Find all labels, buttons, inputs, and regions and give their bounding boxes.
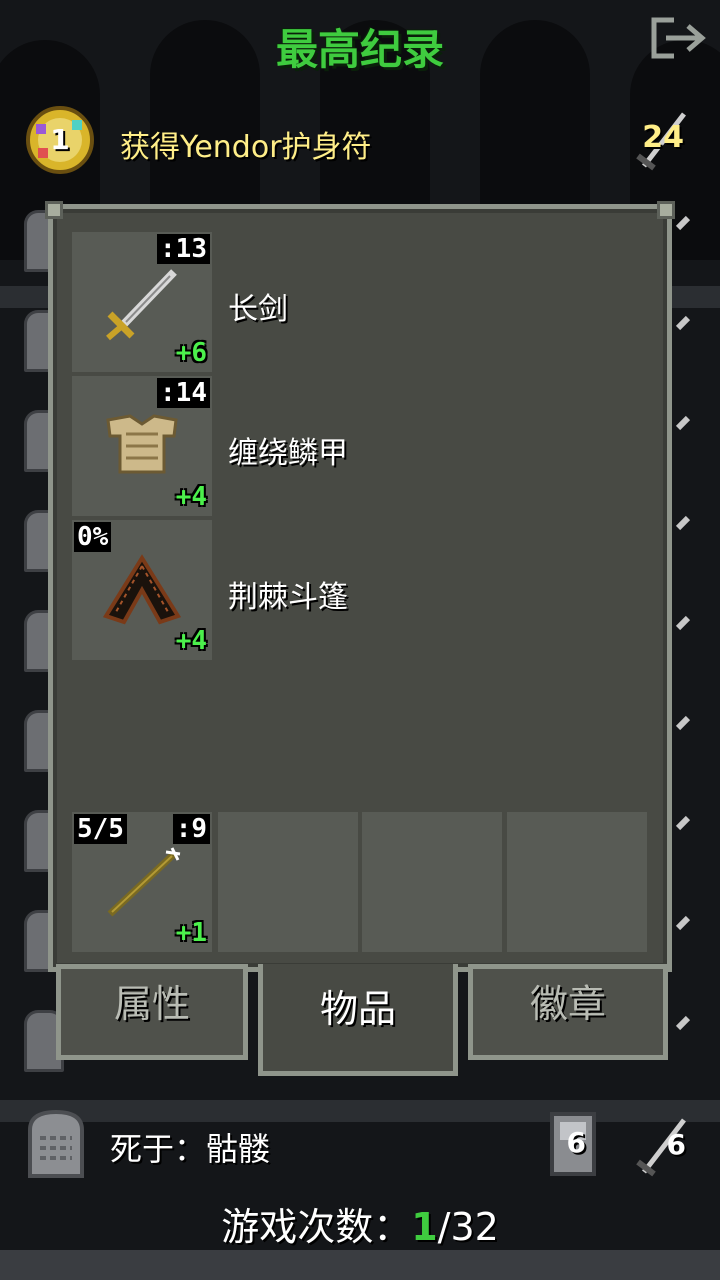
item-durability: :9 bbox=[172, 814, 210, 844]
tab-stats[interactable]: 属性 bbox=[56, 964, 248, 1060]
item-slot[interactable]: :14 +4 bbox=[72, 376, 212, 516]
wand-icon bbox=[107, 847, 181, 917]
record-description: 获得Yendor护身符 bbox=[120, 130, 372, 165]
depth-marker-icon bbox=[675, 915, 691, 931]
longsword-icon bbox=[106, 269, 177, 341]
thorn-cloak-icon bbox=[102, 554, 182, 625]
item-row-armor[interactable]: :14 +4 缠绕鳞甲 bbox=[72, 376, 652, 516]
depth-marker-icon bbox=[675, 315, 691, 331]
bottom-bar bbox=[0, 1250, 720, 1280]
games-label: 游戏次数： bbox=[221, 1205, 412, 1249]
games-current: 1 bbox=[411, 1205, 438, 1249]
depth-marker-icon bbox=[675, 815, 691, 831]
death-depth: 6 bbox=[666, 1128, 686, 1161]
quickslot-empty[interactable] bbox=[362, 812, 502, 952]
scale-armor-icon bbox=[106, 414, 178, 474]
page-title: 最高纪录 bbox=[275, 25, 444, 74]
death-info: 死于：骷髅 6 6 bbox=[24, 1108, 690, 1178]
item-slot[interactable]: 0% +4 bbox=[72, 520, 212, 660]
wand-charges: 5/5 bbox=[74, 814, 127, 844]
item-slot[interactable]: :13 +6 bbox=[72, 232, 212, 372]
depth-marker-icon bbox=[675, 515, 691, 531]
item-charge: 0% bbox=[74, 522, 112, 552]
item-durability: :13 bbox=[157, 234, 210, 264]
item-level: +6 bbox=[175, 338, 207, 368]
death-cause: 死于：骷髅 bbox=[110, 1130, 271, 1168]
tab-items[interactable]: 物品 bbox=[258, 964, 458, 1076]
item-level: +1 bbox=[175, 918, 207, 948]
rank-number: 1 bbox=[50, 123, 70, 156]
quickslot-empty[interactable] bbox=[507, 812, 647, 952]
panel-corner bbox=[657, 201, 675, 219]
exit-icon[interactable] bbox=[648, 14, 710, 62]
depth-marker-icon bbox=[675, 1015, 691, 1031]
item-row-weapon[interactable]: :13 +6 长剑 bbox=[72, 232, 652, 372]
tombstone-icon bbox=[28, 1109, 84, 1178]
tab-badges[interactable]: 徽章 bbox=[468, 964, 668, 1060]
item-row-artifact[interactable]: 0% +4 荆棘斗篷 bbox=[72, 520, 652, 660]
item-name: 长剑 bbox=[228, 292, 288, 327]
item-name: 缠绕鳞甲 bbox=[228, 436, 348, 471]
depth-marker-icon bbox=[675, 715, 691, 731]
item-level: +4 bbox=[175, 482, 207, 512]
record-depth: 24 bbox=[642, 120, 684, 155]
item-level: +4 bbox=[175, 626, 207, 656]
hero-level: 6 bbox=[566, 1126, 586, 1159]
games-total: /32 bbox=[437, 1205, 499, 1249]
depth-marker-icon bbox=[675, 615, 691, 631]
depth-marker-icon bbox=[675, 415, 691, 431]
quickslot-empty[interactable] bbox=[218, 812, 358, 952]
panel-corner bbox=[45, 201, 63, 219]
item-durability: :14 bbox=[157, 378, 210, 408]
item-name: 荆棘斗篷 bbox=[228, 580, 348, 615]
games-played: 游戏次数：1/32 bbox=[0, 1196, 720, 1251]
record-summary: 1 获得Yendor护身符 24 bbox=[24, 100, 690, 184]
quickslot-wand[interactable]: 5/5 :9 +1 bbox=[72, 812, 212, 952]
